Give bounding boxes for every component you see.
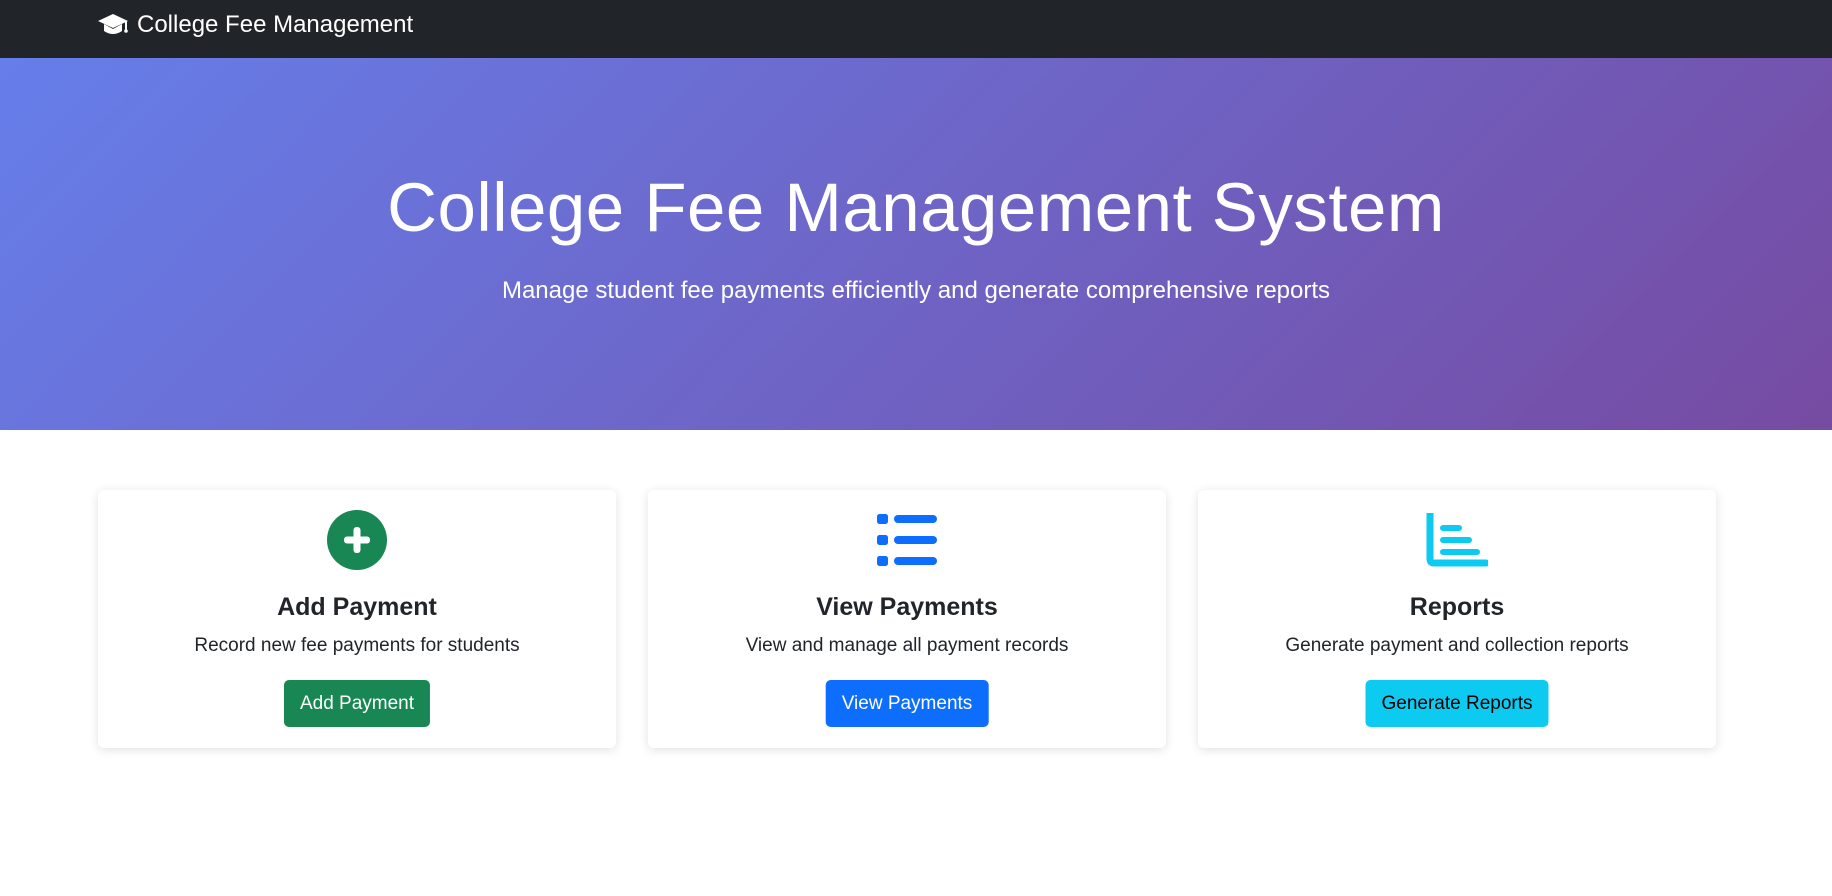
plus-circle-icon: [98, 510, 616, 570]
add-payment-button[interactable]: Add Payment: [283, 680, 431, 727]
list-icon: [648, 510, 1166, 570]
navbar-brand[interactable]: College Fee Management: [97, 11, 413, 39]
hero-subtitle: Manage student fee payments efficiently …: [501, 277, 1331, 304]
generate-reports-button[interactable]: Generate Reports: [1365, 680, 1549, 727]
brand-label: College Fee Management: [137, 11, 414, 38]
hero-title: College Fee Management System: [387, 169, 1445, 246]
view-payments-button[interactable]: View Payments: [825, 680, 989, 727]
card-add-payment: Add Payment Record new fee payments for …: [98, 490, 616, 748]
feature-cards: Add Payment Record new fee payments for …: [0, 430, 1832, 896]
card-title: View Payments: [816, 593, 998, 621]
card-description: Generate payment and collection reports: [1285, 635, 1629, 656]
card-description: View and manage all payment records: [745, 635, 1069, 656]
card-description: Record new fee payments for students: [194, 635, 520, 656]
graduation-cap-icon: [97, 12, 129, 38]
navbar: College Fee Management: [0, 0, 1832, 58]
card-title: Add Payment: [277, 593, 437, 621]
card-reports: Reports Generate payment and collection …: [1198, 490, 1716, 748]
card-title: Reports: [1409, 593, 1505, 621]
hero-banner: College Fee Management System Manage stu…: [0, 58, 1832, 430]
chart-bar-icon: [1198, 510, 1716, 570]
card-view-payments: View Payments View and manage all paymen…: [648, 490, 1166, 748]
